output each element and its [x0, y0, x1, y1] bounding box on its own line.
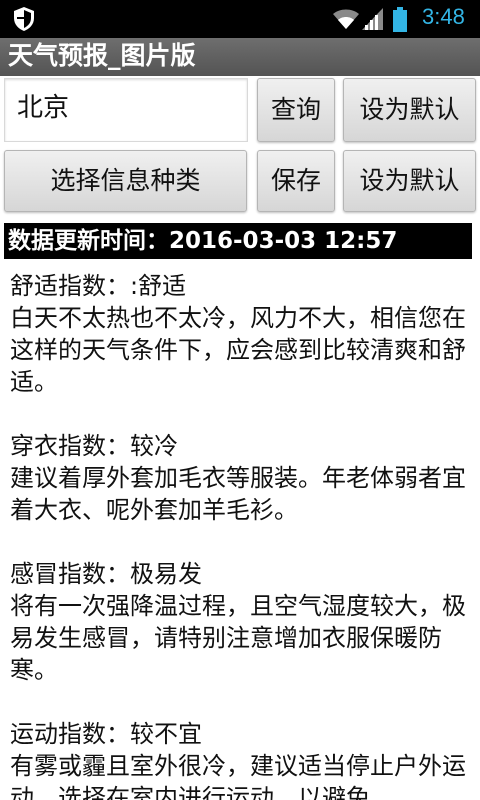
section-title: 感冒指数：极易发 — [10, 560, 202, 588]
section-body: 将有一次强降温过程，且空气湿度较大，极易发生感冒，请特别注意增加衣服保暖防寒。 — [10, 592, 466, 684]
section-sport: 运动指数：较不宜 有雾或霾且室外很冷，建议适当停止户外运动，选择在室内进行运动，… — [10, 718, 472, 800]
title-bar: 天气预报_图片版 — [0, 38, 480, 76]
shield-icon — [12, 6, 36, 36]
status-bar: 3:48 — [0, 0, 480, 38]
app-title: 天气预报_图片版 — [8, 41, 196, 70]
signal-icon — [362, 8, 384, 34]
section-comfort: 舒适指数：:舒适 白天不太热也不太冷，风力不大，相信您在这样的天气条件下，应会感… — [10, 270, 472, 398]
section-cold: 感冒指数：极易发 将有一次强降温过程，且空气湿度较大，极易发生感冒，请特别注意增… — [10, 558, 472, 686]
save-button[interactable]: 保存 — [257, 150, 335, 212]
wifi-icon — [332, 8, 360, 34]
index-content[interactable]: 舒适指数：:舒适 白天不太热也不太冷，风力不大，相信您在这样的天气条件下，应会感… — [10, 270, 472, 800]
section-body: 有雾或霾且室外很冷，建议适当停止户外运动，选择在室内进行运动，以避免 — [10, 752, 466, 800]
section-title: 舒适指数：:舒适 — [10, 272, 187, 300]
battery-icon — [392, 7, 408, 37]
query-button[interactable]: 查询 — [257, 78, 335, 142]
section-body: 建议着厚外套加毛衣等服装。年老体弱者宜着大衣、呢外套加羊毛衫。 — [10, 464, 466, 524]
query-form: 北京 查询 设为默认 选择信息种类 保存 设为默认 — [0, 76, 480, 222]
set-default-button[interactable]: 设为默认 — [343, 78, 476, 142]
clock: 3:48 — [422, 4, 465, 29]
section-title: 运动指数：较不宜 — [10, 720, 202, 748]
section-body: 白天不太热也不太冷，风力不大，相信您在这样的天气条件下，应会感到比较清爽和舒适。 — [10, 304, 466, 396]
select-info-type-button[interactable]: 选择信息种类 — [4, 150, 247, 212]
city-input[interactable]: 北京 — [4, 78, 248, 142]
section-title: 穿衣指数：较冷 — [10, 432, 178, 460]
update-time-header: 数据更新时间：2016-03-03 12:57 — [4, 223, 472, 259]
section-dressing: 穿衣指数：较冷 建议着厚外套加毛衣等服装。年老体弱者宜着大衣、呢外套加羊毛衫。 — [10, 430, 472, 526]
set-default-type-button[interactable]: 设为默认 — [343, 150, 476, 212]
